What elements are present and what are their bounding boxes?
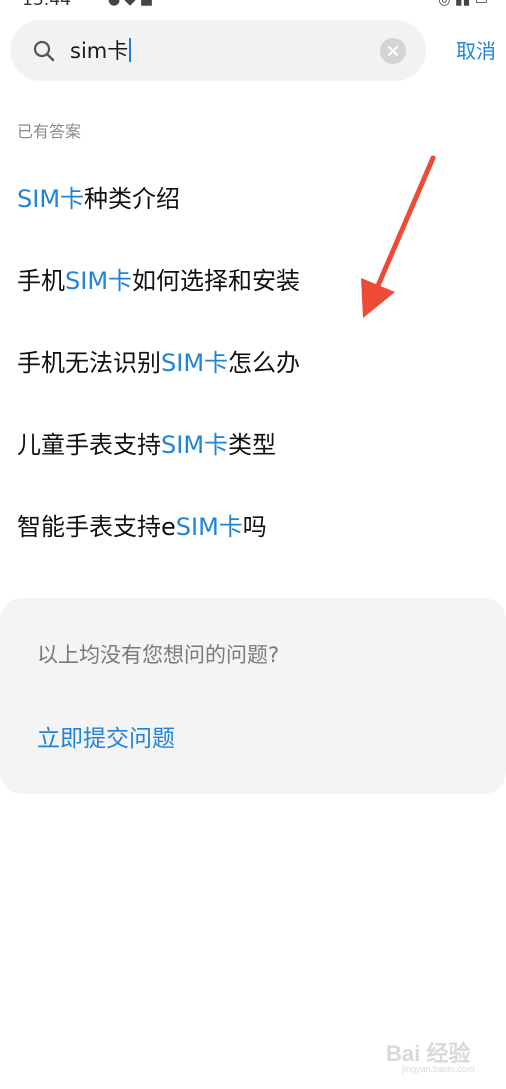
close-icon	[388, 46, 398, 56]
text-caret	[129, 38, 132, 62]
search-bar[interactable]: sim卡	[10, 20, 426, 81]
submit-question-link[interactable]: 立即提交问题	[37, 723, 175, 755]
answer-text: 吗	[242, 513, 267, 541]
answer-item-sim-types[interactable]: SIM卡种类介绍	[17, 182, 180, 216]
search-input-value: sim卡	[70, 39, 129, 63]
search-icon	[33, 40, 55, 62]
answer-highlight: SIM卡	[175, 513, 243, 541]
notification-icons: ● ◆ ■	[108, 0, 154, 8]
answer-highlight: SIM卡	[65, 267, 133, 295]
watermark-sub: jingyan.baidu.com	[402, 1064, 475, 1074]
answer-text: 手机	[17, 267, 65, 295]
no-answer-prompt: 以上均没有您想问的问题?	[37, 643, 280, 667]
answer-highlight: SIM卡	[17, 185, 85, 213]
answer-item-smartwatch-esim[interactable]: 智能手表支持eSIM卡吗	[17, 510, 267, 544]
answer-text: 如何选择和安装	[132, 267, 301, 295]
answer-text: 手机无法识别	[17, 349, 161, 377]
answer-text: 类型	[228, 431, 277, 459]
answer-item-kids-watch[interactable]: 儿童手表支持SIM卡类型	[17, 428, 276, 462]
cancel-button[interactable]: 取消	[456, 37, 496, 65]
baidu-jingyan-watermark: Bai 经验 jingyan.baidu.com	[386, 1030, 496, 1080]
search-input[interactable]: sim卡	[70, 37, 132, 65]
answer-highlight: SIM卡	[161, 349, 229, 377]
status-time: 13:44	[22, 0, 71, 10]
answer-item-not-recognized[interactable]: 手机无法识别SIM卡怎么办	[17, 346, 300, 380]
clear-search-button[interactable]	[380, 38, 406, 64]
answer-text: 儿童手表支持	[17, 431, 161, 459]
answer-text: 怎么办	[228, 349, 301, 377]
answer-item-choose-install[interactable]: 手机SIM卡如何选择和安装	[17, 264, 300, 298]
answer-highlight: SIM卡	[161, 431, 229, 459]
answer-text: 智能手表支持e	[17, 513, 176, 541]
status-bar: 13:44 ● ◆ ■ ◎ ▮▮ ▭	[0, 0, 506, 12]
answer-text: 种类介绍	[84, 185, 181, 213]
no-answer-card: 以上均没有您想问的问题? 立即提交问题	[0, 598, 506, 794]
system-icons: ◎ ▮▮ ▭	[438, 0, 488, 8]
section-label-existing-answers: 已有答案	[17, 122, 82, 141]
red-arrow-annotation	[361, 155, 436, 318]
